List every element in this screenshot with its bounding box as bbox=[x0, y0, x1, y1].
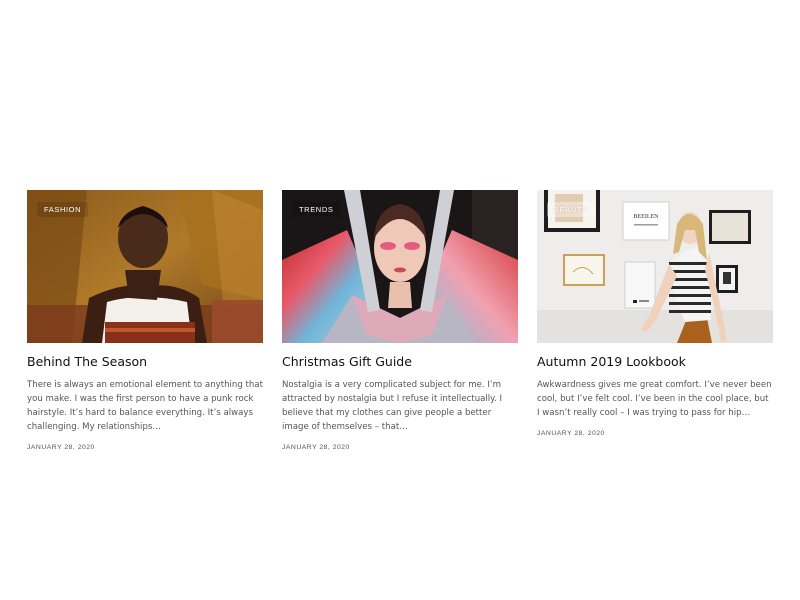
post-excerpt: There is always an emotional element to … bbox=[27, 380, 264, 432]
post-card[interactable]: FASHION Behind The Season There is alway… bbox=[27, 190, 263, 451]
post-grid: FASHION Behind The Season There is alway… bbox=[27, 190, 774, 451]
post-excerpt: Awkwardness gives me great comfort. I’ve… bbox=[537, 380, 772, 418]
post-date: JANUARY 28, 2020 bbox=[282, 444, 350, 451]
post-thumbnail[interactable]: TRENDS bbox=[282, 190, 518, 343]
post-title[interactable]: Christmas Gift Guide bbox=[282, 354, 518, 370]
post-card[interactable]: TRENDS Christmas Gift Guide Nostalgia is… bbox=[282, 190, 518, 451]
post-date: JANUARY 28, 2020 bbox=[27, 444, 95, 451]
post-thumbnail[interactable]: FASHION bbox=[27, 190, 263, 343]
post-title[interactable]: Behind The Season bbox=[27, 354, 263, 370]
wall-frame-text: BEEILEN bbox=[634, 214, 660, 220]
post-title[interactable]: Autumn 2019 Lookbook bbox=[537, 354, 773, 370]
category-badge[interactable]: BEAUTY bbox=[547, 202, 595, 217]
post-card[interactable]: BEEILEN BEAUTY Autumn 2019 Lookbook Awkw… bbox=[537, 190, 773, 451]
post-thumbnail[interactable]: BEEILEN BEAUTY bbox=[537, 190, 773, 343]
post-excerpt: Nostalgia is a very complicated subject … bbox=[282, 380, 503, 432]
category-badge[interactable]: FASHION bbox=[37, 202, 89, 217]
category-badge[interactable]: TRENDS bbox=[292, 202, 341, 217]
post-date: JANUARY 28, 2020 bbox=[537, 430, 605, 437]
